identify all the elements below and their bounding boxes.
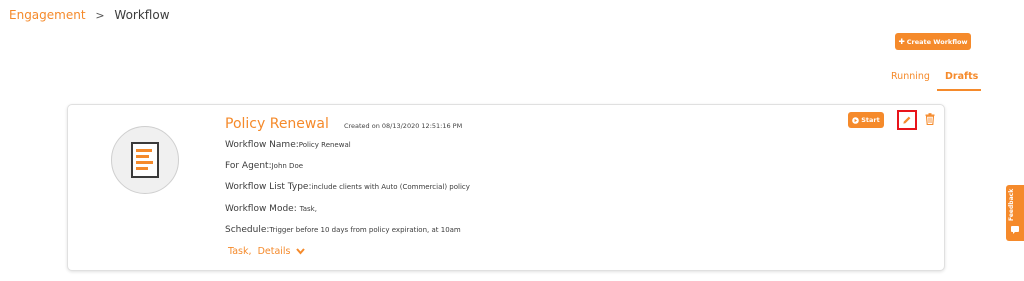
breadcrumb: Engagement > Workflow	[9, 8, 170, 22]
tab-drafts[interactable]: Drafts	[945, 71, 978, 82]
workflow-avatar	[111, 126, 179, 194]
details-label: Details	[257, 246, 291, 257]
field-workflow-name: Workflow Name:Policy Renewal	[225, 140, 351, 150]
feedback-label: Feedback	[1008, 188, 1015, 222]
field-value: Trigger before 10 days from policy expir…	[269, 226, 461, 234]
chevron-down-icon	[295, 248, 305, 255]
field-value: include clients with Auto (Commercial) p…	[311, 183, 470, 191]
task-details-row: Task, Details	[228, 246, 305, 257]
field-value: Policy Renewal	[298, 141, 351, 149]
created-timestamp: Created on 08/13/2020 12:51:16 PM	[343, 122, 463, 130]
field-list-type: Workflow List Type:include clients with …	[225, 182, 470, 192]
field-label: Schedule:	[225, 225, 270, 235]
task-label: Task,	[228, 246, 252, 257]
field-label: Workflow List Type:	[225, 182, 312, 192]
plus-icon: ✚	[898, 37, 905, 46]
start-button[interactable]: Start	[848, 112, 884, 128]
workflow-tabs: Running Drafts	[860, 71, 981, 91]
create-workflow-label: Create Workflow	[906, 37, 968, 46]
breadcrumb-current: Workflow	[114, 8, 170, 22]
field-value: John Doe	[271, 162, 304, 170]
trash-icon	[925, 113, 935, 125]
feedback-tab[interactable]: Feedback	[1006, 185, 1024, 241]
document-icon	[131, 142, 159, 178]
field-for-agent: For Agent:John Doe	[225, 161, 303, 171]
breadcrumb-separator: >	[95, 9, 105, 22]
create-workflow-button[interactable]: ✚ Create Workflow	[895, 33, 971, 50]
field-value: Task,	[299, 205, 317, 213]
workflow-title: Policy Renewal	[225, 116, 329, 132]
field-label: Workflow Name:	[225, 140, 299, 150]
start-label: Start	[861, 116, 880, 124]
field-workflow-mode: Workflow Mode: Task,	[225, 204, 317, 214]
field-schedule: Schedule:Trigger before 10 days from pol…	[225, 225, 461, 235]
edit-button[interactable]	[897, 110, 917, 130]
pencil-icon	[903, 116, 911, 124]
play-circle-icon	[852, 116, 860, 124]
tab-running[interactable]: Running	[891, 71, 930, 82]
field-label: Workflow Mode:	[225, 204, 300, 214]
field-label: For Agent:	[225, 161, 272, 171]
details-toggle[interactable]: Details	[258, 246, 305, 257]
workflow-card: Policy Renewal Created on 08/13/2020 12:…	[67, 104, 945, 271]
breadcrumb-engagement-link[interactable]: Engagement	[9, 8, 86, 22]
workflow-title-row: Policy Renewal Created on 08/13/2020 12:…	[225, 113, 462, 132]
active-tab-indicator	[937, 89, 981, 91]
delete-button[interactable]	[924, 112, 936, 126]
chat-icon	[1011, 226, 1019, 234]
